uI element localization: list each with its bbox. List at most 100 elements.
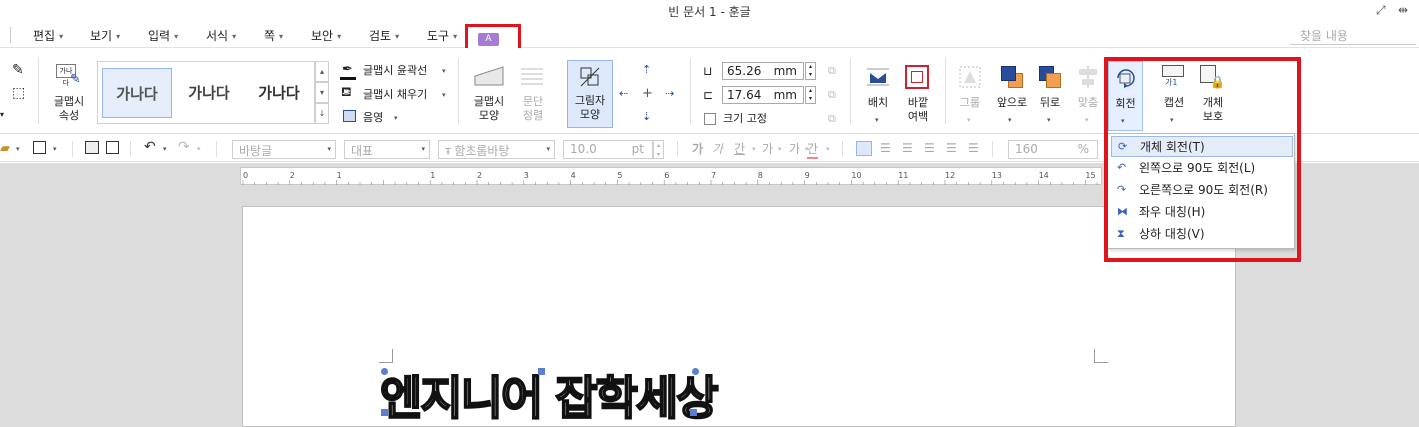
fullscreen-icon[interactable]: ⤢	[1376, 3, 1386, 18]
outer-margin-icon[interactable]	[905, 65, 929, 89]
bring-forward-dropdown-icon[interactable]: ▾	[1008, 116, 1012, 124]
align-label[interactable]: 맞춤	[1071, 96, 1105, 110]
outline-label[interactable]: 글맵시 윤곽선	[363, 64, 427, 78]
para-align-label[interactable]: 문단 정렬	[512, 95, 554, 123]
shadow-dropdown-icon[interactable]: ▾	[394, 114, 398, 122]
group-label[interactable]: 그룹	[953, 96, 987, 110]
arrange-dropdown-icon[interactable]: ▾	[875, 116, 879, 124]
width-lock-icon[interactable]: ⧉	[828, 64, 836, 78]
menu-edit[interactable]: 편집 ▾	[33, 27, 63, 44]
redo-dropdown-icon[interactable]: ▾	[197, 145, 201, 153]
bring-forward-icon[interactable]	[1000, 65, 1024, 89]
print-icon[interactable]	[85, 141, 99, 154]
para-align-icon[interactable]	[520, 66, 544, 88]
underline-icon[interactable]: 간	[734, 140, 745, 157]
menu-insert[interactable]: 입력 ▾	[148, 27, 178, 44]
fill-label[interactable]: 글맵시 채우기	[363, 88, 427, 102]
underline-dropdown-icon[interactable]: ▾	[752, 145, 756, 153]
font-size-input[interactable]: 10.0 pt	[563, 140, 653, 159]
width-input[interactable]: 65.26 mm	[722, 62, 804, 80]
wordart-props-icon[interactable]: 가나다 ✎	[54, 62, 84, 88]
align-left-icon[interactable]: ☰	[880, 141, 891, 155]
fill-bucket-icon[interactable]: ⛾	[341, 85, 352, 102]
save-dropdown-icon[interactable]: ▾	[53, 145, 57, 153]
select-object-icon[interactable]: ⬚	[12, 85, 25, 101]
edit-text-icon[interactable]: ✎	[12, 62, 24, 78]
menu-tools[interactable]: 도구 ▾	[427, 27, 457, 44]
wordart-object[interactable]: 엔지니어 잡학세상	[379, 362, 720, 427]
group-icon[interactable]	[958, 65, 982, 89]
outline-pen-icon[interactable]: ✒	[342, 62, 353, 77]
language-select[interactable]: 대표 ▾	[344, 140, 430, 159]
size-option-icon[interactable]: ⧉	[828, 112, 836, 126]
width-spinner[interactable]: ▴ ▾	[805, 62, 816, 80]
gallery-item-2[interactable]: 가나다	[174, 68, 244, 118]
align-distribute-icon[interactable]: ☰	[946, 141, 957, 155]
strike-dropdown-icon[interactable]: ▾	[778, 145, 782, 153]
wordart-shape-icon[interactable]	[474, 66, 504, 86]
shade-icon[interactable]: 가	[789, 140, 800, 157]
find-input[interactable]: 찾을 내용	[1290, 25, 1416, 45]
height-spinner[interactable]: ▴ ▾	[805, 86, 816, 104]
shadow-right-icon[interactable]: ⇢	[665, 87, 674, 100]
outer-margin-label[interactable]: 바깥 여백	[898, 96, 938, 124]
align-center-icon[interactable]: ☰	[902, 141, 913, 155]
resize-handle[interactable]	[692, 368, 699, 375]
arrange-label[interactable]: 배치	[860, 96, 896, 110]
outline-dropdown-icon[interactable]: ▾	[442, 67, 446, 75]
undo-dropdown-icon[interactable]: ▾	[163, 145, 167, 153]
group-dropdown-icon[interactable]: ▾	[967, 116, 971, 124]
fill-dropdown-icon[interactable]: ▾	[442, 91, 446, 99]
gallery-scroll-down[interactable]: ▾	[315, 82, 329, 103]
font-color-dropdown-icon[interactable]: ▾	[826, 145, 830, 153]
height-lock-icon[interactable]: ⧉	[828, 88, 836, 102]
fix-size-label[interactable]: 크기 고정	[723, 112, 767, 126]
split-view-icon[interactable]: ⇹	[1398, 3, 1408, 17]
bring-forward-label[interactable]: 앞으로	[990, 96, 1034, 110]
resize-handle[interactable]	[538, 368, 545, 375]
menu-security[interactable]: 보안 ▾	[311, 27, 341, 44]
style-select[interactable]: 바탕글 ▾	[232, 140, 336, 159]
open-dropdown-icon[interactable]: ▾	[16, 145, 20, 153]
wordart-props-label[interactable]: 글맵시 속성	[45, 95, 93, 123]
shadow-icon[interactable]	[343, 110, 356, 122]
shadow-down-icon[interactable]: ⇣	[642, 110, 651, 123]
align-right-icon[interactable]: ☰	[924, 141, 935, 155]
strike-icon[interactable]: 가	[762, 140, 773, 157]
save-icon[interactable]	[33, 141, 46, 154]
more-drop-icon[interactable]: ▾	[0, 110, 4, 119]
redo-icon[interactable]: ↷	[178, 139, 190, 155]
gallery-scroll-up[interactable]: ▴	[315, 61, 329, 82]
align-justify-icon[interactable]	[856, 141, 872, 156]
menu-review[interactable]: 검토 ▾	[369, 27, 399, 44]
undo-icon[interactable]: ↶	[144, 139, 156, 155]
font-size-spinner[interactable]: ▴ ▾	[653, 140, 664, 159]
gallery-item-3[interactable]: 가나다	[244, 68, 314, 118]
print-preview-icon[interactable]	[106, 141, 119, 154]
height-input[interactable]: 17.64 mm	[722, 86, 804, 104]
menu-format[interactable]: 서식 ▾	[206, 27, 236, 44]
send-backward-icon[interactable]	[1038, 65, 1062, 89]
font-color-icon[interactable]: 간	[807, 140, 819, 159]
align-icon[interactable]	[1076, 65, 1100, 89]
send-backward-dropdown-icon[interactable]: ▾	[1047, 116, 1051, 124]
arrange-icon[interactable]	[866, 65, 890, 89]
align-dropdown-icon[interactable]: ▾	[1085, 116, 1089, 124]
line-spacing-input[interactable]: 160%	[1008, 140, 1098, 159]
align-divide-icon[interactable]: ☰	[968, 141, 979, 155]
shadow-left-icon[interactable]: ⇠	[619, 87, 628, 100]
resize-handle[interactable]	[381, 409, 388, 416]
menu-page[interactable]: 쪽 ▾	[264, 27, 283, 44]
shadow-center-icon[interactable]: +	[642, 86, 653, 101]
shadow-shape-button[interactable]: 그림자 모양	[567, 60, 613, 128]
gallery-item-1[interactable]: 가나다	[102, 68, 172, 118]
font-select[interactable]: Ŧ 함초롬바탕 ▾	[438, 140, 555, 159]
bold-icon[interactable]: 가	[692, 140, 703, 157]
wordart-shape-label[interactable]: 글맵시 모양	[466, 95, 512, 123]
send-backward-label[interactable]: 뒤로	[1033, 96, 1067, 110]
menu-view[interactable]: 보기 ▾	[90, 27, 120, 44]
gallery-expand[interactable]: ↓	[315, 103, 329, 124]
italic-icon[interactable]: 가	[712, 140, 723, 157]
shadow-up-icon[interactable]: ⇡	[642, 63, 651, 76]
open-folder-icon[interactable]: ▰	[0, 141, 10, 156]
